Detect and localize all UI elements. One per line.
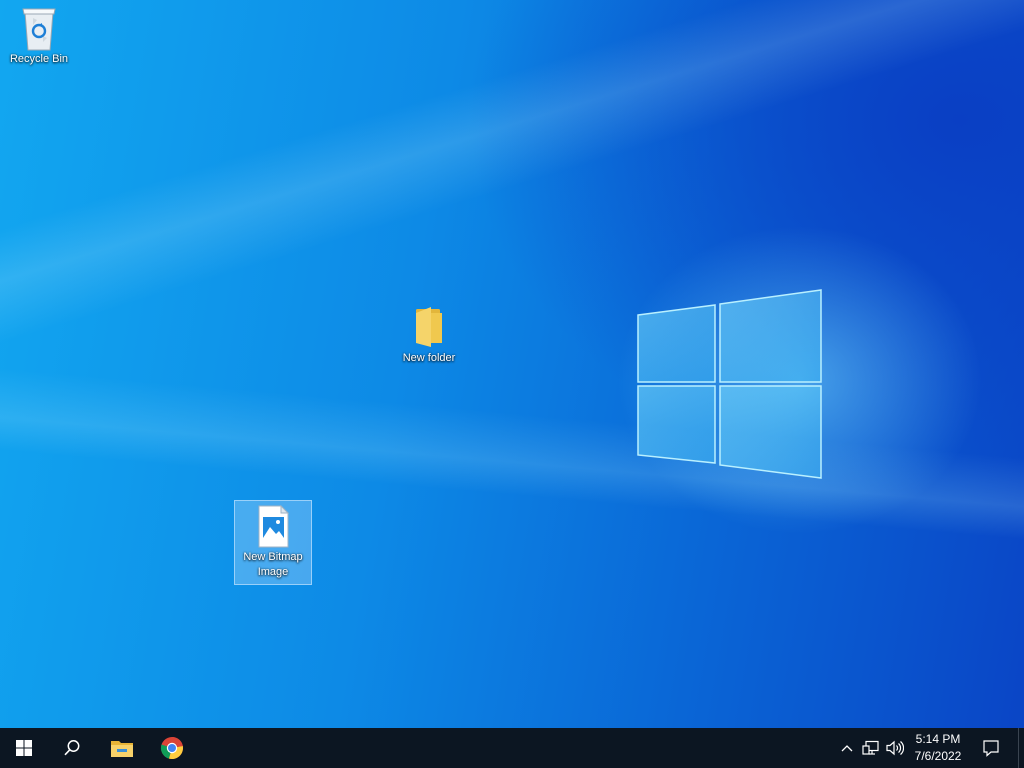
clock-date: 7/6/2022 <box>914 749 962 763</box>
search-button[interactable] <box>48 728 96 768</box>
light-ray <box>0 0 1024 728</box>
desktop-icon-recycle-bin[interactable]: Recycle Bin <box>1 6 77 67</box>
clock-time: 5:14 PM <box>915 732 961 746</box>
file-explorer-icon <box>111 741 133 757</box>
show-hidden-icons-button[interactable] <box>836 728 858 768</box>
desktop-icon-new-folder[interactable]: New folder <box>391 305 467 366</box>
light-ray <box>0 0 1024 728</box>
folder-icon <box>416 307 442 347</box>
desktop-icon-new-bitmap-image[interactable]: New Bitmap Image <box>234 500 312 585</box>
file-explorer-button[interactable] <box>98 728 146 768</box>
bitmap-image-icon <box>258 504 290 548</box>
clock[interactable]: 5:14 PM 7/6/2022 <box>900 731 976 765</box>
windows-logo-wallpaper <box>637 289 822 479</box>
desktop-icon-label: New folder <box>402 352 456 364</box>
windows-start-icon <box>16 740 32 756</box>
desktop-icon-label: New Bitmap Image <box>243 551 303 578</box>
chrome-button[interactable] <box>148 728 196 768</box>
network-button[interactable] <box>860 728 882 768</box>
chevron-up-icon <box>841 745 853 752</box>
chrome-icon <box>160 737 183 760</box>
action-center-button[interactable] <box>980 728 1002 768</box>
desktop-icon-label: Recycle Bin <box>9 53 69 65</box>
show-desktop-button[interactable] <box>1018 728 1024 768</box>
start-button[interactable] <box>0 728 48 768</box>
recycle-bin-icon <box>22 8 56 51</box>
action-center-icon <box>983 740 999 757</box>
taskbar: 5:14 PM 7/6/2022 <box>0 728 1024 768</box>
network-icon <box>862 740 879 755</box>
search-icon <box>64 740 80 756</box>
desktop[interactable]: Recycle Bin New folder New Bitmap Image <box>0 0 1024 728</box>
